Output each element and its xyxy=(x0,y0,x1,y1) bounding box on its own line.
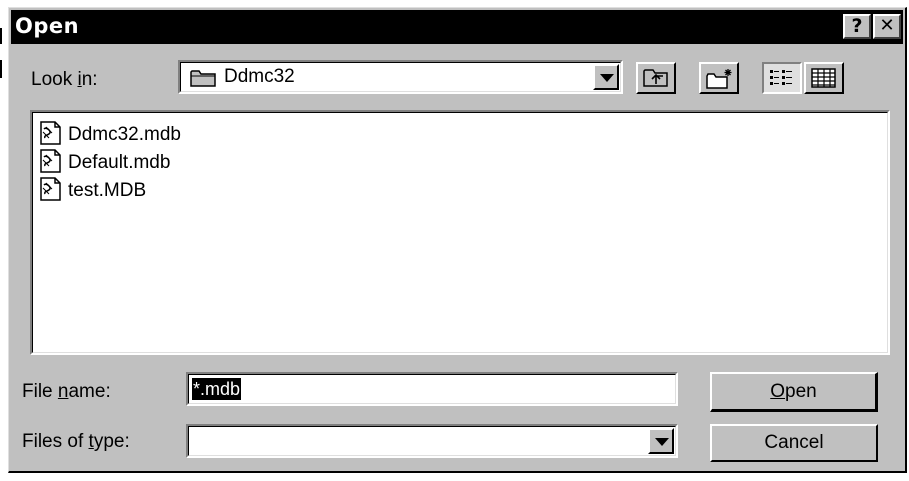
up-folder-icon xyxy=(643,68,669,93)
chevron-down-icon xyxy=(655,438,669,446)
new-folder-icon xyxy=(705,67,735,96)
left-edge-mark xyxy=(0,28,2,44)
file-list[interactable]: Ddmc32.mdb Default.mdb test.MDB xyxy=(30,110,890,355)
help-icon: ? xyxy=(851,15,863,37)
cancel-button-label: Cancel xyxy=(764,432,824,453)
details-view-icon xyxy=(811,68,837,93)
file-name-value: *.mdb xyxy=(192,378,242,400)
file-name-text: test.MDB xyxy=(68,180,147,201)
list-item[interactable]: test.MDB xyxy=(38,176,147,206)
open-button[interactable]: Open xyxy=(710,372,878,412)
files-of-type-combobox-bevel xyxy=(188,426,676,456)
file-name-text: Ddmc32.mdb xyxy=(68,124,181,145)
list-view-icon xyxy=(769,68,795,93)
list-view-button[interactable] xyxy=(762,62,802,94)
file-name-input[interactable]: *.mdb xyxy=(186,372,678,406)
files-of-type-dropdown-button[interactable] xyxy=(648,428,674,454)
database-file-icon xyxy=(38,148,64,178)
dialog-title: Open xyxy=(15,14,80,38)
title-bar[interactable]: Open ? ✕ xyxy=(11,10,903,44)
file-name-input-bevel xyxy=(188,374,676,404)
folder-icon xyxy=(190,68,218,93)
file-name-text: Default.mdb xyxy=(68,152,171,173)
details-view-button[interactable] xyxy=(804,62,844,94)
open-button-label: Open xyxy=(770,380,817,402)
look-in-dropdown-button[interactable] xyxy=(593,64,619,90)
look-in-label: Look in: xyxy=(31,69,98,90)
list-item[interactable]: Default.mdb xyxy=(38,148,171,178)
look-in-value: Ddmc32 xyxy=(224,66,295,87)
database-file-icon xyxy=(38,176,64,206)
cancel-button[interactable]: Cancel xyxy=(710,424,878,462)
left-edge-mark xyxy=(0,60,2,78)
up-one-level-button[interactable] xyxy=(636,62,676,94)
database-file-icon xyxy=(38,120,64,150)
close-icon: ✕ xyxy=(879,15,895,36)
file-name-label: File name: xyxy=(22,381,111,402)
list-item[interactable]: Ddmc32.mdb xyxy=(38,120,181,150)
help-button[interactable]: ? xyxy=(843,14,871,39)
files-of-type-label: Files of type: xyxy=(22,431,130,452)
new-folder-button[interactable] xyxy=(699,62,739,94)
look-in-combobox[interactable]: Ddmc32 xyxy=(178,60,623,94)
open-dialog: Open ? ✕ Look in: Ddmc32 Ddmc32.mdb Defa… xyxy=(8,7,907,473)
close-button[interactable]: ✕ xyxy=(873,14,901,39)
chevron-down-icon xyxy=(600,74,614,82)
file-list-bevel xyxy=(32,112,888,353)
files-of-type-combobox[interactable] xyxy=(186,424,678,458)
